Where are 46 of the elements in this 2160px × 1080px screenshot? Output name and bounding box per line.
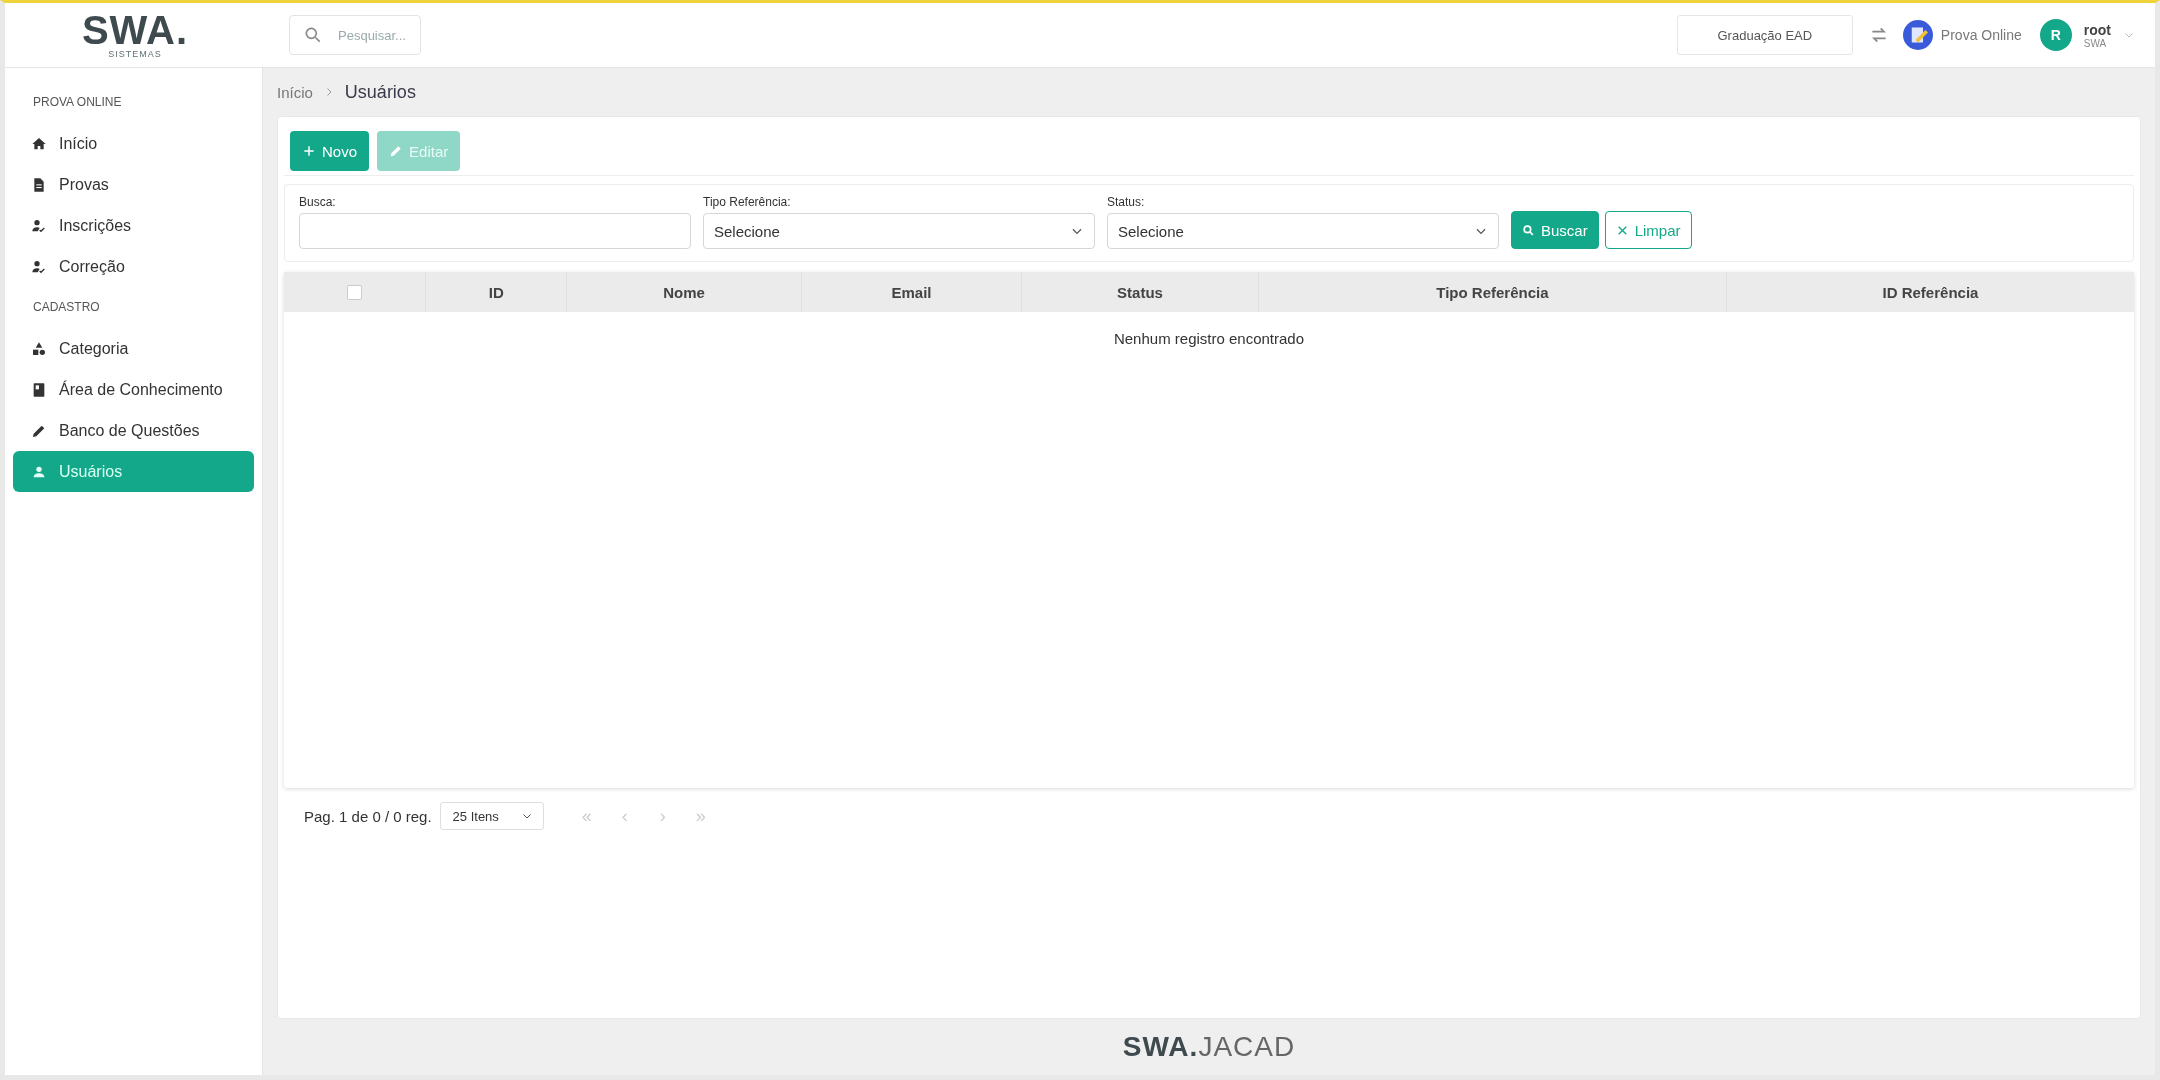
user-name: root <box>2083 21 2111 38</box>
sidebar-item[interactable]: Provas <box>13 164 254 205</box>
home-icon <box>31 135 47 152</box>
plus-icon <box>302 144 316 158</box>
sidebar-item[interactable]: Correção <box>13 246 254 287</box>
page-summary: Pag. 1 de 0 / 0 reg. <box>304 807 432 825</box>
column-header[interactable]: ID Referência <box>1882 283 1979 301</box>
column-header[interactable]: Nome <box>663 283 705 301</box>
section-heading: CADASTRO <box>32 299 101 316</box>
field-label: Status: <box>1107 195 1146 209</box>
column-header[interactable]: ID <box>488 283 504 301</box>
select-field[interactable]: Selecione <box>703 213 1095 249</box>
pencil-icon <box>389 144 404 158</box>
search-input[interactable] <box>299 213 691 249</box>
breadcrumb-link[interactable]: Início <box>277 83 313 101</box>
sidebar-item[interactable]: Início <box>13 123 254 164</box>
book-icon <box>31 381 47 398</box>
search-field[interactable]: Pesquisar... <box>289 15 421 55</box>
document-icon <box>31 176 47 193</box>
select-all-checkbox[interactable] <box>347 284 363 300</box>
section-heading: PROVA ONLINE <box>32 94 123 111</box>
search-icon <box>1522 223 1535 237</box>
column-header[interactable]: Email <box>891 283 932 301</box>
search-icon <box>303 25 323 45</box>
shapes-icon <box>31 340 47 357</box>
page-title: Usuários <box>344 81 416 103</box>
field-label: Tipo Referência: <box>703 195 792 209</box>
module-name[interactable]: Prova Online <box>1940 27 2022 43</box>
person-check-icon <box>31 217 47 234</box>
logo-subtitle: SISTEMAS <box>108 49 162 59</box>
footer-logo: SWA.JACAD <box>1122 1031 1296 1063</box>
logo-text: SWA. <box>81 11 189 49</box>
module-icon <box>1902 20 1933 50</box>
empty-message: Nenhum registro encontrado <box>1112 329 1306 349</box>
person-check-icon <box>31 258 47 275</box>
page-size-select[interactable]: 25 Itens <box>439 802 544 830</box>
field-label: Busca: <box>299 195 337 209</box>
user-organization: SWA <box>2083 37 2108 49</box>
sidebar-item[interactable]: Área de Conhecimento <box>13 369 254 410</box>
sidebar-item[interactable]: Banco de Questões <box>13 410 254 451</box>
column-header[interactable]: Status <box>1117 283 1163 301</box>
context-button[interactable]: Graduação EAD <box>1676 15 1853 55</box>
sidebar-item[interactable]: Categoria <box>13 328 254 369</box>
select-field[interactable]: Selecione <box>1107 213 1499 249</box>
column-header[interactable]: Tipo Referência <box>1436 283 1549 301</box>
sidebar-item[interactable]: Inscrições <box>13 205 254 246</box>
